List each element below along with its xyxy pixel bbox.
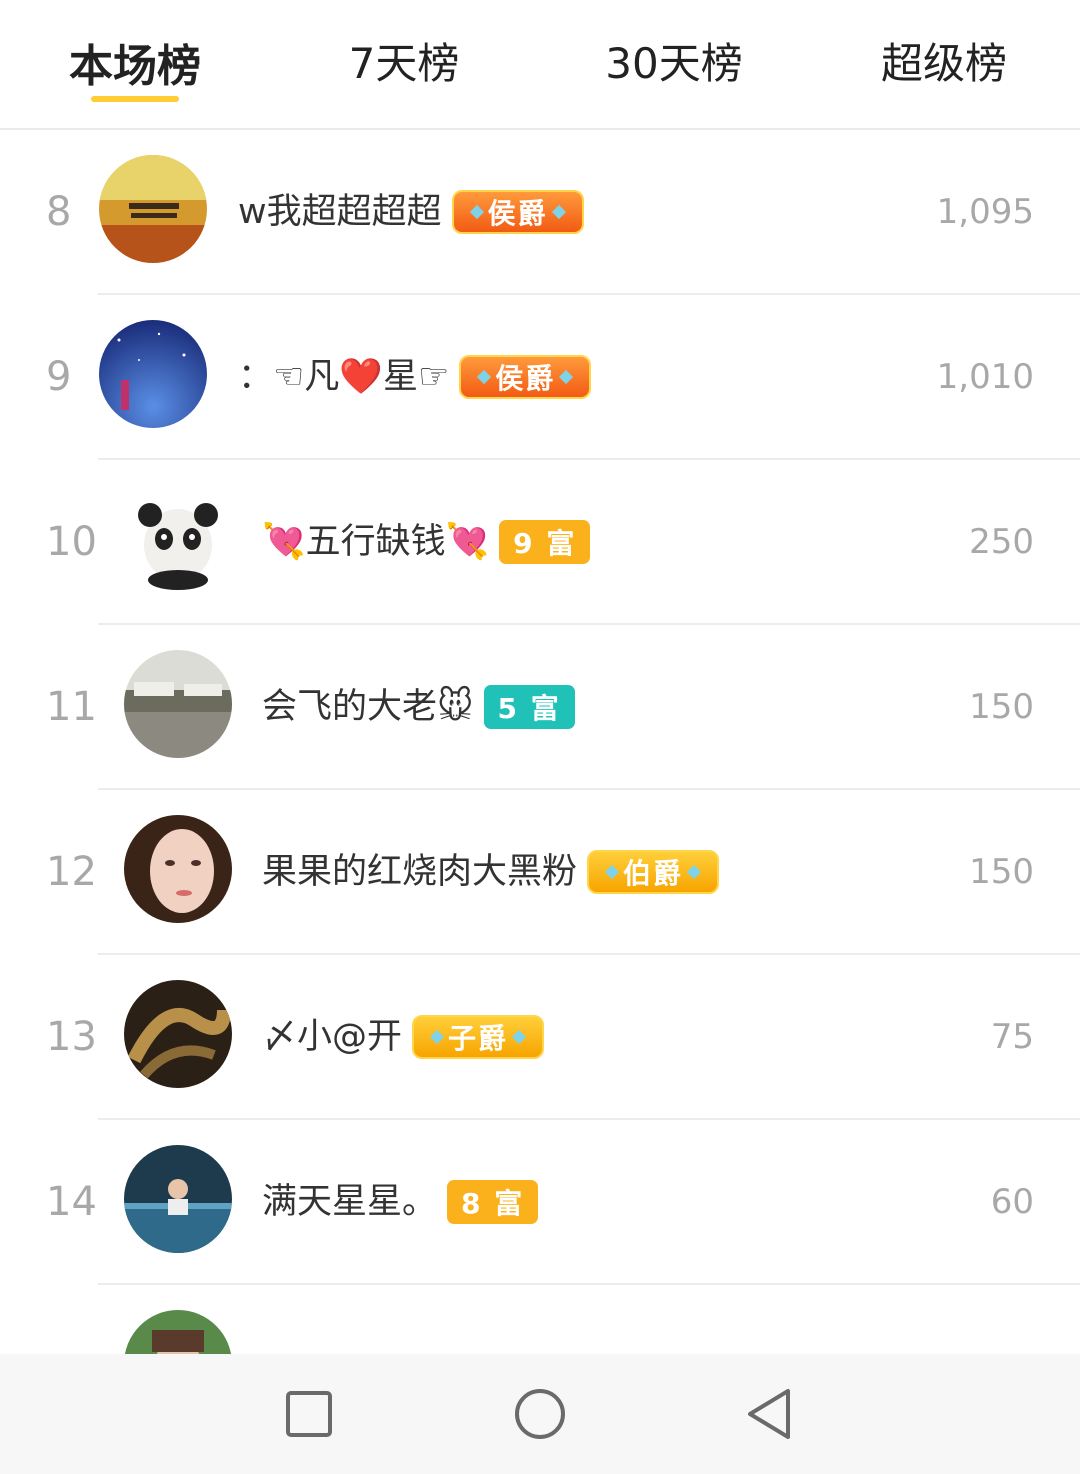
user-name: 〆小@开 bbox=[262, 1017, 403, 1057]
tab-7-days[interactable]: 7天榜 bbox=[349, 30, 460, 88]
contribution-score: 250 bbox=[969, 522, 1034, 562]
user-name: 果果的红烧肉大黑粉 bbox=[262, 852, 578, 892]
user-info: ：☜凡❤️星☞ 侯爵 bbox=[238, 349, 592, 405]
contribution-score: 1,095 bbox=[936, 192, 1034, 232]
gem-icon bbox=[477, 369, 492, 385]
gem-icon bbox=[551, 204, 566, 220]
avatar[interactable] bbox=[124, 980, 232, 1088]
rank-number: 12 bbox=[46, 849, 97, 895]
rank-number: 11 bbox=[46, 684, 97, 730]
contribution-score: 1,010 bbox=[936, 357, 1034, 397]
list-item[interactable]: 9 ：☜凡❤️星☞ 侯爵 1,010 bbox=[0, 295, 1080, 460]
rank-number: 9 bbox=[46, 354, 72, 400]
noble-badge: 伯爵 bbox=[587, 850, 720, 894]
noble-badge: 子爵 bbox=[412, 1015, 545, 1059]
gem-icon bbox=[686, 864, 702, 880]
user-info: 会飞的大老🐭 5 富 bbox=[262, 679, 575, 735]
user-name: 💘五行缺钱💘 bbox=[262, 522, 490, 562]
recent-apps-icon[interactable] bbox=[279, 1384, 339, 1444]
gem-icon bbox=[511, 1029, 527, 1045]
gem-icon bbox=[604, 864, 620, 880]
badge-label: 伯爵 bbox=[623, 857, 684, 890]
user-info: 💘五行缺钱💘 9 富 bbox=[262, 514, 591, 570]
tab-super[interactable]: 超级榜 bbox=[881, 30, 1007, 88]
avatar[interactable] bbox=[99, 155, 207, 263]
avatar[interactable] bbox=[99, 320, 207, 428]
noble-badge: 侯爵 bbox=[459, 355, 592, 399]
list-item[interactable]: 8 w我超超超超 侯爵 1,095 bbox=[0, 130, 1080, 295]
avatar[interactable] bbox=[124, 485, 232, 593]
wealth-level-badge: 5 富 bbox=[483, 685, 575, 729]
gem-icon bbox=[429, 1029, 445, 1045]
home-icon[interactable] bbox=[510, 1384, 570, 1444]
user-info: 〆小@开 子爵 bbox=[262, 1009, 545, 1065]
badge-label: 侯爵 bbox=[495, 362, 556, 395]
avatar[interactable] bbox=[124, 1145, 232, 1253]
wealth-level-badge: 8 富 bbox=[447, 1180, 539, 1224]
contribution-score: 60 bbox=[990, 1182, 1034, 1222]
user-name: w我超超超超 bbox=[238, 192, 442, 232]
wealth-level-badge: 9 富 bbox=[499, 520, 591, 564]
avatar[interactable] bbox=[124, 1310, 232, 1354]
gem-icon bbox=[469, 204, 484, 220]
user-info: 满天星星。 8 富 bbox=[262, 1174, 539, 1230]
rank-number: 8 bbox=[46, 189, 72, 235]
rank-number: 13 bbox=[46, 1014, 97, 1060]
list-item[interactable]: 12 果果的红烧肉大黑粉 伯爵 150 bbox=[0, 790, 1080, 955]
badge-label: 侯爵 bbox=[487, 197, 548, 230]
user-info: w我超超超超 侯爵 bbox=[238, 184, 584, 240]
noble-badge: 侯爵 bbox=[451, 190, 584, 234]
contribution-score: 150 bbox=[969, 687, 1034, 727]
ranking-tabs: 本场榜 7天榜 30天榜 超级榜 bbox=[0, 0, 1080, 130]
avatar[interactable] bbox=[124, 815, 232, 923]
tab-30-days[interactable]: 30天榜 bbox=[605, 30, 742, 88]
list-item[interactable]: 13 〆小@开 子爵 75 bbox=[0, 955, 1080, 1120]
back-icon[interactable] bbox=[740, 1384, 800, 1444]
list-item[interactable]: 14 满天星星。 8 富 60 bbox=[0, 1120, 1080, 1285]
tab-this-session[interactable]: 本场榜 bbox=[69, 30, 201, 92]
avatar[interactable] bbox=[124, 650, 232, 758]
user-name: 会飞的大老🐭 bbox=[262, 687, 474, 727]
rank-number: 14 bbox=[46, 1179, 97, 1225]
list-item[interactable]: 11 会飞的大老🐭 5 富 150 bbox=[0, 625, 1080, 790]
user-name: ：☜凡❤️星☞ bbox=[238, 357, 450, 397]
user-info: 果果的红烧肉大黑粉 伯爵 bbox=[262, 844, 720, 900]
badge-label: 子爵 bbox=[448, 1022, 509, 1055]
contribution-score: 150 bbox=[969, 852, 1034, 892]
list-item[interactable] bbox=[0, 1285, 1080, 1354]
gem-icon bbox=[559, 369, 574, 385]
active-tab-indicator bbox=[91, 96, 179, 102]
user-name: 满天星星。 bbox=[262, 1182, 438, 1222]
ranking-list[interactable]: 8 w我超超超超 侯爵 1,095 9 ：☜凡❤️星☞ 侯爵 1,010 10 … bbox=[0, 130, 1080, 1354]
contribution-score: 75 bbox=[990, 1017, 1034, 1057]
rank-number: 10 bbox=[46, 519, 97, 565]
system-nav-bar bbox=[0, 1354, 1080, 1474]
list-item[interactable]: 10 💘五行缺钱💘 9 富 250 bbox=[0, 460, 1080, 625]
